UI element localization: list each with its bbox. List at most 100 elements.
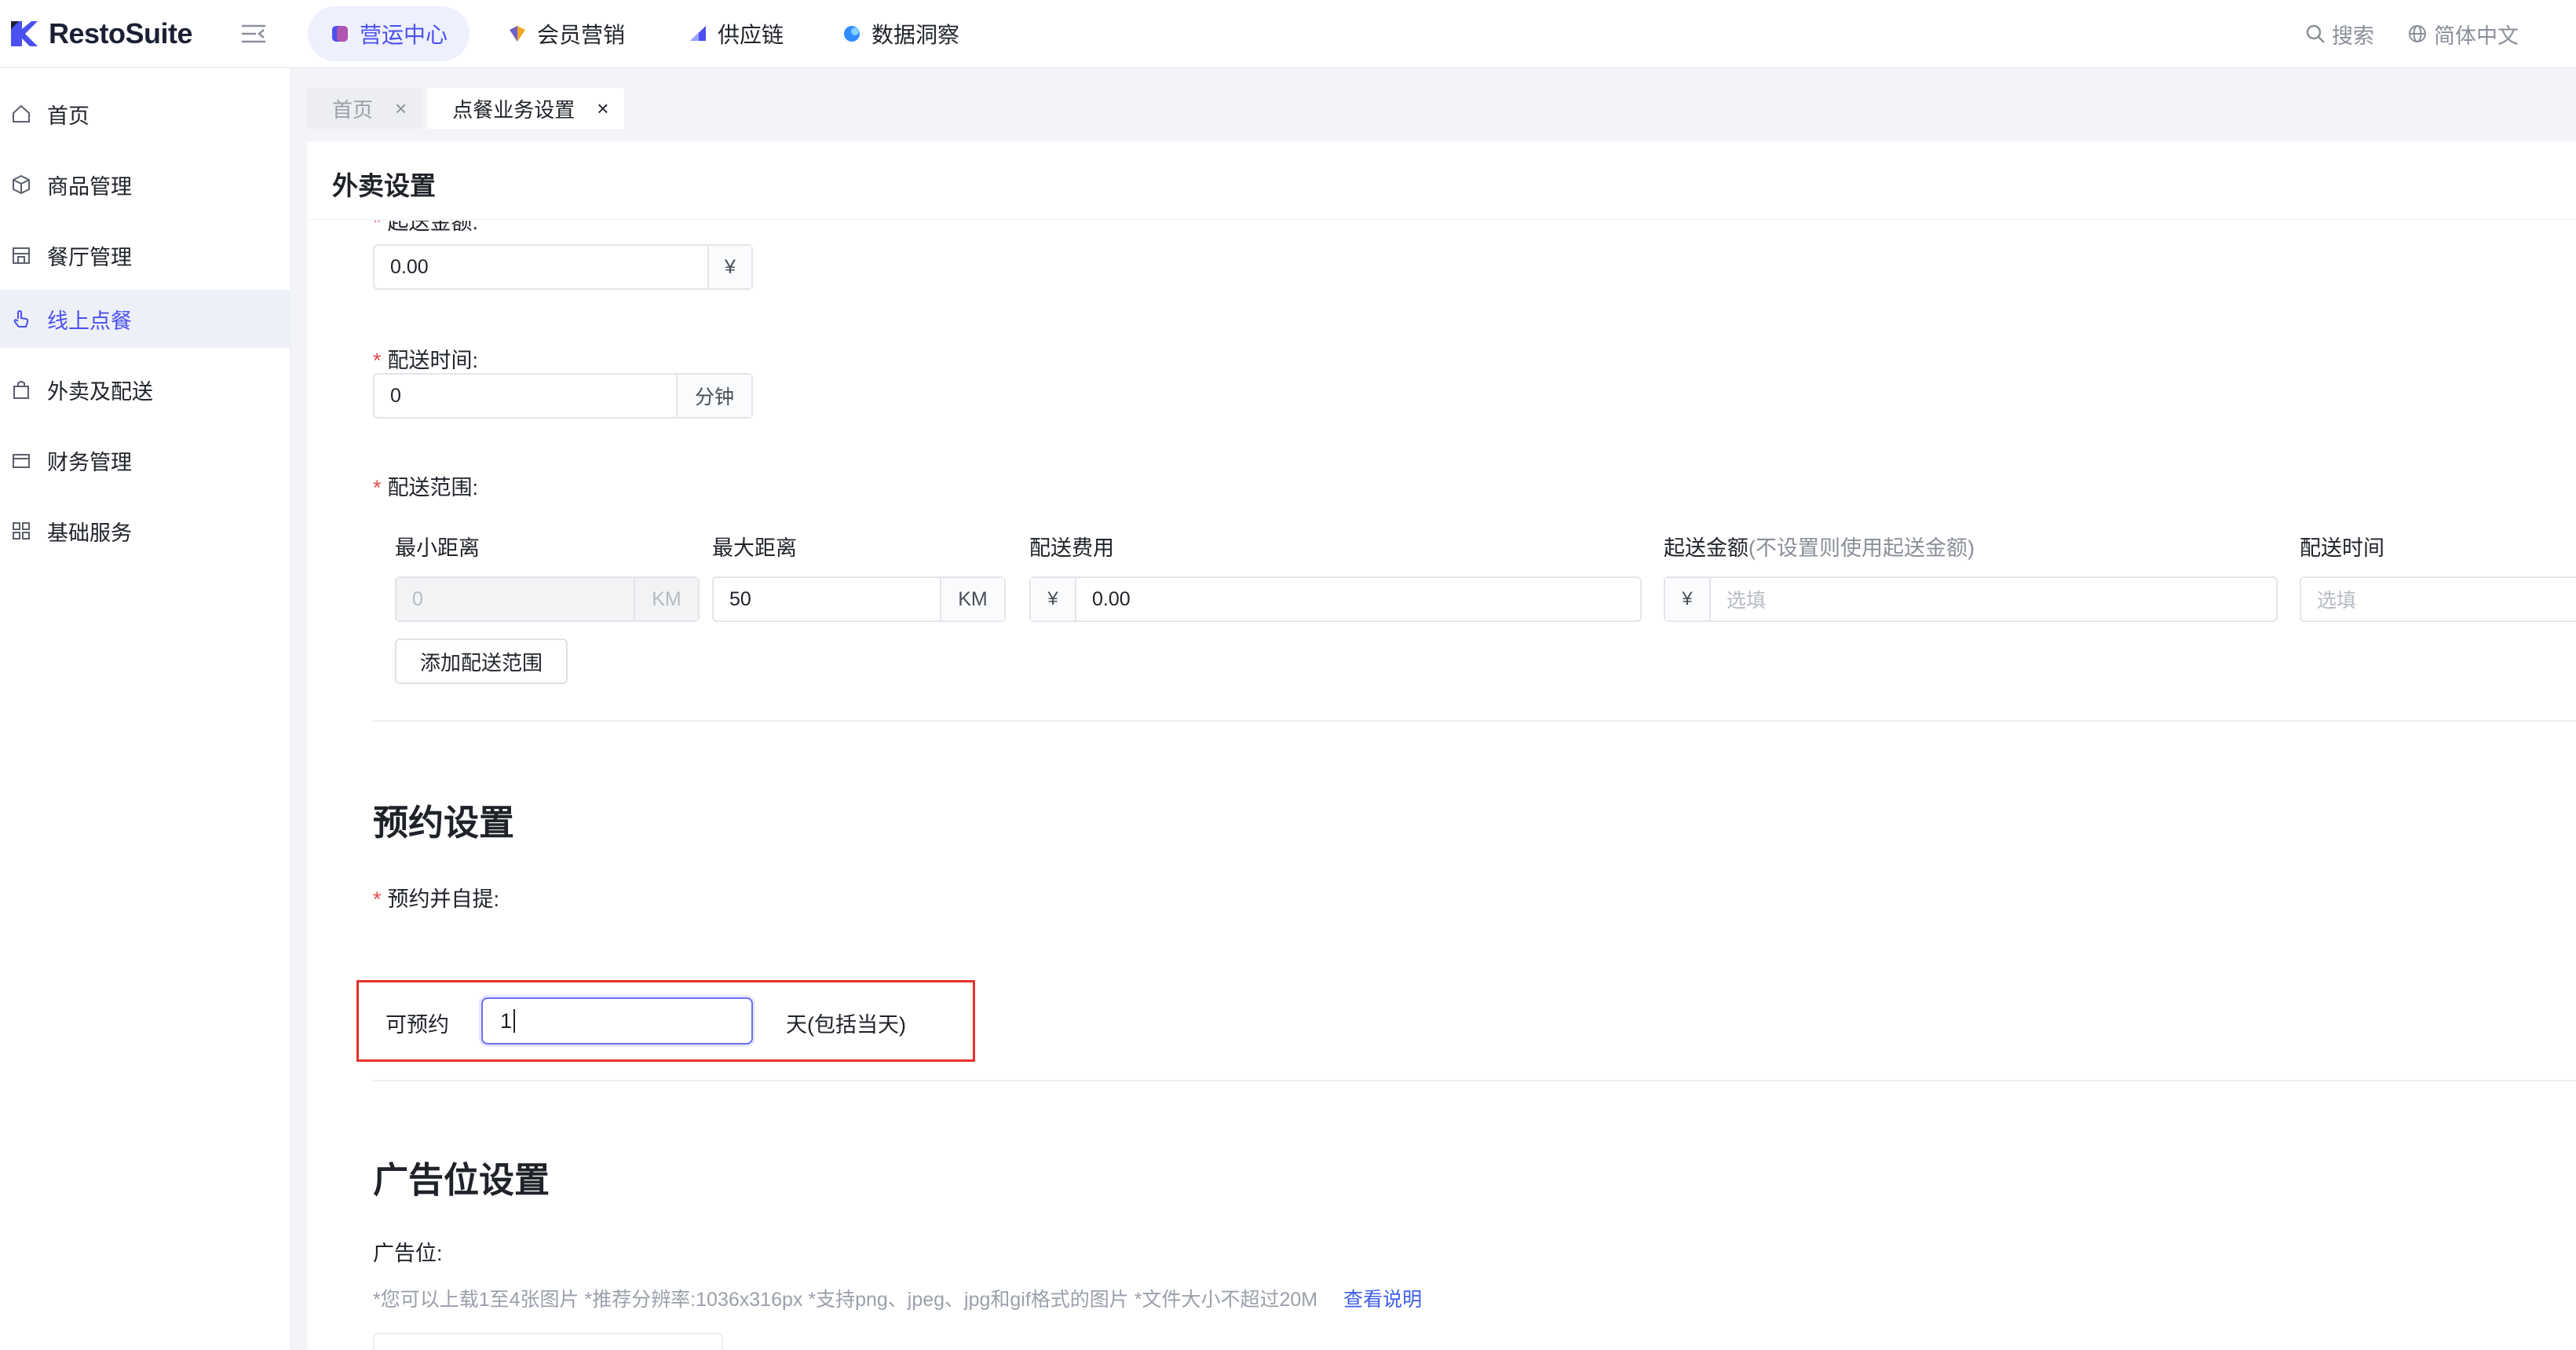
- search-icon: [2306, 24, 2325, 43]
- km-addon: KM: [940, 578, 1004, 620]
- settings-content: * 起送金额: 0.00 ¥ * 配送时间: 0 分钟 * 配送范围: 最小距离 最大…: [307, 221, 2576, 1350]
- ads-upload-hint: *您可以上载1至4张图片 *推荐分辨率:1036x316px *支持png、jp…: [373, 1289, 1423, 1311]
- reservation-pickup-label: * 预约并自提:: [373, 887, 500, 911]
- nav-operations-center[interactable]: 营运中心: [308, 6, 470, 61]
- reservation-section-title: 预约设置: [373, 803, 515, 843]
- bag-icon: [13, 381, 29, 399]
- sidebar-item-label: 财务管理: [47, 450, 132, 474]
- sidebar-item-label: 外卖及配送: [47, 379, 153, 404]
- wallet-icon: [13, 454, 30, 468]
- col-min-amount: 起送金额(不设置则使用起送金额): [1664, 536, 1975, 560]
- add-delivery-range-button[interactable]: 添加配送范围: [395, 638, 568, 684]
- store-icon: [13, 247, 30, 264]
- min-distance-input: 0 KM: [395, 576, 700, 622]
- delivery-range-label: * 配送范围:: [373, 476, 479, 499]
- input-value: 0.00: [1092, 587, 1131, 610]
- sidebar-item-label: 线上点餐: [47, 309, 132, 333]
- nav-label: 供应链: [718, 23, 784, 47]
- input-value: 50: [729, 587, 751, 610]
- currency-addon: ¥: [707, 246, 751, 288]
- input-value: 1: [500, 1008, 513, 1033]
- panel-header: 外卖设置: [307, 141, 2576, 220]
- tab-ordering-settings[interactable]: 点餐业务设置 ×: [427, 88, 625, 129]
- page-title: 外卖设置: [332, 171, 436, 200]
- data-insights-icon: [844, 26, 860, 42]
- search-button[interactable]: 搜索: [2305, 16, 2374, 52]
- nav-label: 营运中心: [360, 23, 448, 47]
- search-label: 搜索: [2332, 24, 2374, 48]
- sidebar-item-home[interactable]: 首页: [0, 85, 290, 143]
- range-time-input[interactable]: 选填: [2300, 576, 2576, 622]
- input-value: 0: [412, 587, 423, 610]
- close-icon[interactable]: ×: [395, 97, 407, 121]
- nav-member-marketing[interactable]: 会员营销: [485, 6, 647, 61]
- box-icon: [13, 174, 30, 195]
- max-distance-input[interactable]: 50 KM: [712, 576, 1006, 622]
- hand-icon: [13, 309, 29, 327]
- delivery-time-label: * 配送时间:: [373, 349, 479, 372]
- delivery-range-headers: 最小距离 最大距离 配送费用 起送金额(不设置则使用起送金额) 配送时间: [307, 531, 2576, 562]
- home-icon: [13, 104, 30, 123]
- nav-data-insights[interactable]: 数据洞察: [820, 6, 981, 61]
- tab-label: 首页: [332, 97, 374, 122]
- sidebar-item-finance[interactable]: 财务管理: [0, 431, 290, 489]
- divider: [373, 1080, 2576, 1081]
- delivery-fee-input[interactable]: ¥ 0.00: [1029, 576, 1642, 622]
- grid-icon: [13, 522, 30, 540]
- ad-upload-area[interactable]: [373, 1333, 723, 1350]
- sidebar-item-restaurants[interactable]: 餐厅管理: [0, 226, 290, 284]
- tabs-bar: 首页 × 点餐业务设置 ×: [307, 88, 629, 129]
- col-min-distance: 最小距离: [395, 536, 480, 560]
- view-instructions-link[interactable]: 查看说明: [1343, 1289, 1422, 1311]
- delivery-time-input[interactable]: 0 分钟: [373, 373, 753, 419]
- supply-chain-icon: [690, 26, 706, 41]
- logo[interactable]: RestoSuite: [8, 16, 193, 52]
- nav-supply-chain[interactable]: 供应链: [666, 6, 806, 61]
- nav-label: 数据洞察: [871, 23, 960, 47]
- divider: [373, 720, 2576, 722]
- min-delivery-amount-label: * 起送金额:: [373, 221, 479, 234]
- ads-section-title: 广告位设置: [373, 1160, 550, 1200]
- app-root: RestoSuite 营运中心 会员营销 供应链 数据洞察 搜索 简体中文 首页…: [0, 0, 2576, 1350]
- input-value: 0.00: [390, 255, 429, 278]
- input-placeholder: 选填: [1726, 590, 1767, 612]
- sidebar-item-takeout-delivery[interactable]: 外卖及配送: [0, 360, 290, 419]
- ads-label: 广告位:: [373, 1242, 443, 1265]
- top-bar: RestoSuite 营运中心 会员营销 供应链 数据洞察 搜索 简体中文: [0, 0, 2576, 68]
- app-name: RestoSuite: [49, 17, 193, 49]
- minutes-addon: 分钟: [676, 375, 751, 417]
- language-selector[interactable]: 简体中文: [2407, 16, 2519, 52]
- reservable-suffix: 天(包括当天): [786, 1013, 906, 1037]
- tab-label: 点餐业务设置: [452, 97, 575, 122]
- range-min-amount-input[interactable]: ¥ 选填: [1664, 576, 2278, 622]
- language-label: 简体中文: [2434, 24, 2519, 48]
- close-icon[interactable]: ×: [597, 97, 608, 121]
- tab-home[interactable]: 首页 ×: [307, 88, 423, 129]
- globe-icon: [2409, 25, 2426, 42]
- sidebar-item-basic-services[interactable]: 基础服务: [0, 502, 290, 560]
- reservation-days-input[interactable]: 1: [481, 997, 753, 1045]
- operations-icon: [332, 26, 348, 42]
- logo-icon: [11, 21, 38, 46]
- sidebar: 首页 商品管理 餐厅管理 线上点餐 外卖及配送 财务管理 基础服务: [0, 68, 290, 1350]
- col-time: 配送时间: [2300, 536, 2384, 560]
- member-marketing-icon: [510, 26, 525, 42]
- col-fee: 配送费用: [1029, 536, 1114, 560]
- sidebar-item-label: 基础服务: [47, 521, 132, 545]
- sidebar-item-online-ordering[interactable]: 线上点餐: [0, 290, 290, 348]
- currency-addon: ¥: [1665, 578, 1711, 620]
- km-addon: KM: [634, 578, 698, 620]
- currency-addon: ¥: [1031, 578, 1076, 620]
- sidebar-item-label: 餐厅管理: [47, 245, 132, 269]
- min-delivery-amount-input[interactable]: 0.00 ¥: [373, 244, 753, 290]
- text-caret: [513, 1009, 516, 1033]
- input-value: 0: [390, 384, 401, 407]
- menu-collapse-icon[interactable]: [240, 22, 267, 46]
- sidebar-item-products[interactable]: 商品管理: [0, 155, 290, 214]
- input-placeholder: 选填: [2317, 590, 2357, 612]
- settings-panel: 外卖设置 *起送金额: 0.00 ¥ *配送时间: 0 分钟 *配送范围:: [307, 141, 2576, 1350]
- reservable-prefix: 可预约: [385, 1013, 449, 1037]
- col-max-distance: 最大距离: [712, 536, 797, 560]
- nav-label: 会员营销: [537, 23, 626, 47]
- sidebar-item-label: 首页: [47, 104, 90, 128]
